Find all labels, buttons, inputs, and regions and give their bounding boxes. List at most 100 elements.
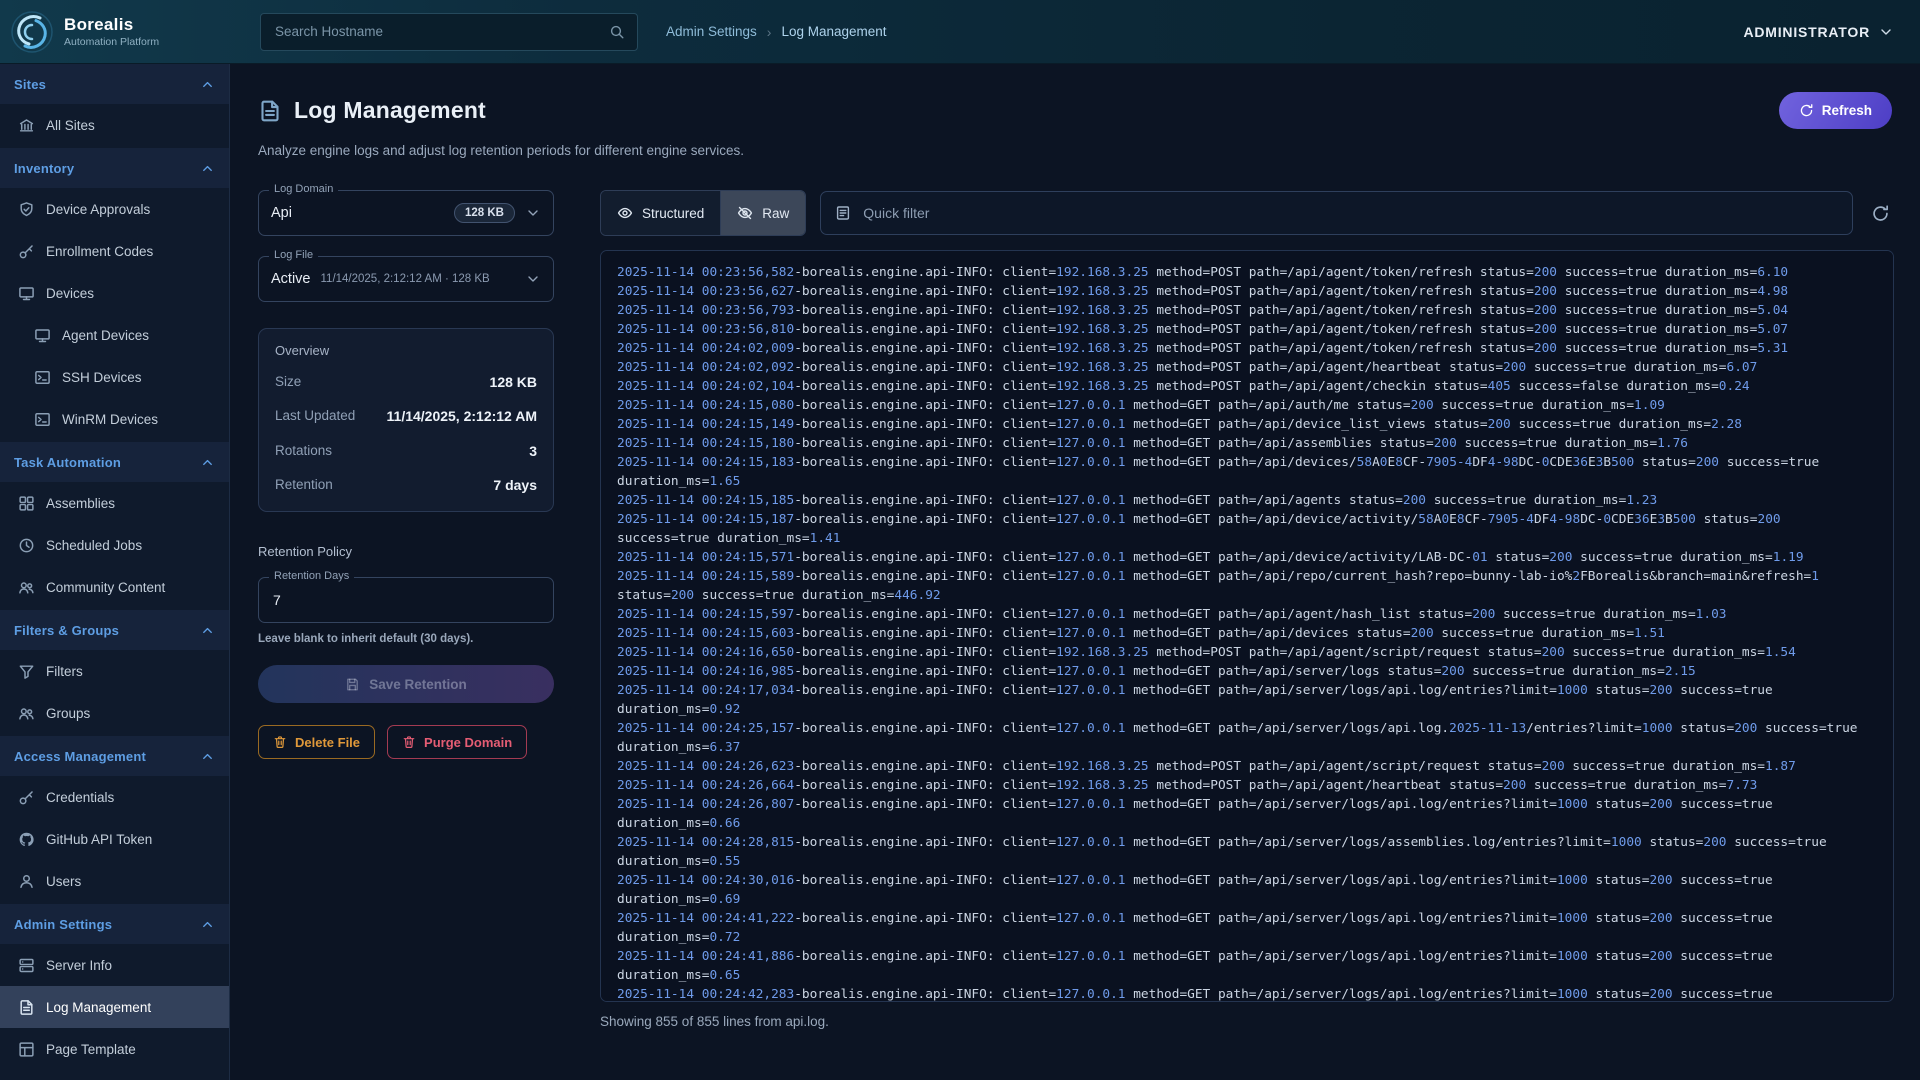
filter-document-icon [835, 205, 851, 221]
sidebar-item-enrollment-codes[interactable]: Enrollment Codes [0, 230, 229, 272]
danger-actions: Delete File Purge Domain [258, 725, 554, 759]
overview-value: 11/14/2025, 2:12:12 AM [387, 406, 537, 426]
sidebar-section-sites[interactable]: Sites [0, 64, 229, 104]
sidebar-item-label: Groups [46, 706, 90, 721]
log-footer: Showing 855 of 855 lines from api.log. [600, 1014, 1894, 1029]
log-toolbar: Structured Raw [600, 190, 1894, 236]
sidebar-item-groups[interactable]: Groups [0, 692, 229, 734]
sidebar-section-task-automation[interactable]: Task Automation [0, 442, 229, 482]
log-line: 2025-11-14 00:24:15,183-borealis.engine.… [617, 453, 1877, 491]
log-line: 2025-11-14 00:24:41,886-borealis.engine.… [617, 947, 1877, 985]
sidebar: Sites All Sites InventoryDevice ApprovalsE… [0, 64, 230, 1080]
hostname-search[interactable] [260, 13, 638, 51]
sidebar-item-server-info[interactable]: Server Info [0, 944, 229, 986]
sidebar-item-github-api-token[interactable]: GitHub API Token [0, 818, 229, 860]
retention-days-field[interactable]: Retention Days [258, 577, 554, 623]
brand[interactable]: Borealis Automation Platform [0, 10, 230, 54]
eye-off-icon [737, 205, 753, 221]
sidebar-nav: Sites All Sites InventoryDevice ApprovalsE… [0, 64, 229, 1070]
sidebar-item-scheduled-jobs[interactable]: Scheduled Jobs [0, 524, 229, 566]
sidebar-section-label: Sites [14, 77, 46, 92]
save-retention-button[interactable]: Save Retention [258, 665, 554, 703]
overview-row-rotations: Rotations 3 [275, 441, 537, 461]
sidebar-item-devices[interactable]: Devices [0, 272, 229, 314]
structured-view-button[interactable]: Structured [601, 191, 720, 235]
raw-view-label: Raw [762, 206, 789, 221]
log-file-select[interactable]: Log File Active 11/14/2025, 2:12:12 AM ·… [258, 256, 554, 302]
raw-view-button[interactable]: Raw [720, 191, 805, 235]
log-domain-select[interactable]: Log Domain Api 128 KB [258, 190, 554, 236]
sidebar-item-label: Assemblies [46, 496, 115, 511]
log-line: 2025-11-14 00:23:56,810-borealis.engine.… [617, 320, 1877, 339]
sidebar-item-log-management[interactable]: Log Management [0, 986, 229, 1028]
retention-days-input[interactable] [271, 591, 541, 609]
log-line: 2025-11-14 00:24:15,180-borealis.engine.… [617, 434, 1877, 453]
purge-domain-button[interactable]: Purge Domain [387, 725, 527, 759]
sidebar-item-assemblies[interactable]: Assemblies [0, 482, 229, 524]
breadcrumb-admin-settings[interactable]: Admin Settings [666, 24, 757, 39]
refresh-icon [1871, 204, 1890, 223]
reload-logs-button[interactable] [1867, 200, 1894, 227]
main-content: Log Management Refresh Analyze engine lo… [230, 64, 1920, 1080]
quick-filter-input[interactable] [861, 204, 1838, 222]
sidebar-item-filters[interactable]: Filters [0, 650, 229, 692]
delete-file-button[interactable]: Delete File [258, 725, 375, 759]
sidebar-section-filters-groups[interactable]: Filters & Groups [0, 610, 229, 650]
sidebar-section-admin-settings[interactable]: Admin Settings [0, 904, 229, 944]
search-input[interactable] [273, 23, 601, 40]
sidebar-item-device-approvals[interactable]: Device Approvals [0, 188, 229, 230]
log-file-icon [258, 99, 282, 123]
chevron-up-icon [200, 623, 215, 638]
brand-subtitle: Automation Platform [64, 36, 159, 48]
retention-days-label: Retention Days [269, 570, 354, 582]
log-output[interactable]: 2025-11-14 00:23:56,582-borealis.engine.… [600, 250, 1894, 1002]
log-line: 2025-11-14 00:24:15,149-borealis.engine.… [617, 415, 1877, 434]
overview-label: Rotations [275, 441, 332, 461]
view-mode-toggle: Structured Raw [600, 190, 806, 236]
sidebar-item-label: Log Management [46, 1000, 151, 1015]
overview-row-size: Size 128 KB [275, 372, 537, 392]
log-domain-label: Log Domain [269, 183, 338, 195]
sidebar-item-ssh-devices[interactable]: SSH Devices [0, 356, 229, 398]
sidebar-item-community-content[interactable]: Community Content [0, 566, 229, 608]
log-line: 2025-11-14 00:24:15,080-borealis.engine.… [617, 396, 1877, 415]
sidebar-item-label: Credentials [46, 790, 114, 805]
sidebar-section-inventory[interactable]: Inventory [0, 148, 229, 188]
sidebar-item-page-template[interactable]: Page Template [0, 1028, 229, 1070]
sidebar-item-agent-devices[interactable]: Agent Devices [0, 314, 229, 356]
sidebar-item-users[interactable]: Users [0, 860, 229, 902]
bank-icon [18, 117, 35, 134]
overview-row-last-updated: Last Updated 11/14/2025, 2:12:12 AM [275, 406, 537, 426]
log-line: 2025-11-14 00:24:15,603-borealis.engine.… [617, 624, 1877, 643]
sidebar-item-winrm-devices[interactable]: WinRM Devices [0, 398, 229, 440]
log-line: 2025-11-14 00:24:28,815-borealis.engine.… [617, 833, 1877, 871]
monitor-icon [34, 327, 51, 344]
brand-name: Borealis [64, 15, 159, 35]
page-header: Log Management Refresh Analyze engine lo… [230, 64, 1920, 158]
log-file-value: Active [271, 271, 311, 287]
breadcrumb-log-management[interactable]: Log Management [781, 24, 886, 39]
overview-title: Overview [275, 343, 537, 358]
sidebar-item-all-sites[interactable]: All Sites [0, 104, 229, 146]
sidebar-item-label: All Sites [46, 118, 95, 133]
retention-helper-text: Leave blank to inherit default (30 days)… [258, 633, 554, 645]
log-line: 2025-11-14 00:24:26,623-borealis.engine.… [617, 757, 1877, 776]
clock-icon [18, 537, 35, 554]
sidebar-section-access-management[interactable]: Access Management [0, 736, 229, 776]
sidebar-section-label: Admin Settings [14, 917, 112, 932]
overview-value: 3 [529, 441, 537, 461]
log-line: 2025-11-14 00:24:16,985-borealis.engine.… [617, 662, 1877, 681]
log-line: 2025-11-14 00:24:15,597-borealis.engine.… [617, 605, 1877, 624]
overview-card: Overview Size 128 KB Last Updated 11/14/… [258, 328, 554, 512]
user-icon [18, 873, 35, 890]
quick-filter-field[interactable] [820, 191, 1853, 235]
refresh-button[interactable]: Refresh [1779, 92, 1892, 129]
chevron-up-icon [200, 749, 215, 764]
sidebar-item-credentials[interactable]: Credentials [0, 776, 229, 818]
monitor-icon [18, 285, 35, 302]
log-line: 2025-11-14 00:24:15,589-borealis.engine.… [617, 567, 1877, 605]
user-menu[interactable]: ADMINISTRATOR [1743, 24, 1894, 40]
trash-icon [402, 735, 416, 749]
log-controls-panel: Log Domain Api 128 KB Log File Active 11… [258, 190, 554, 1029]
search-icon [609, 24, 625, 40]
